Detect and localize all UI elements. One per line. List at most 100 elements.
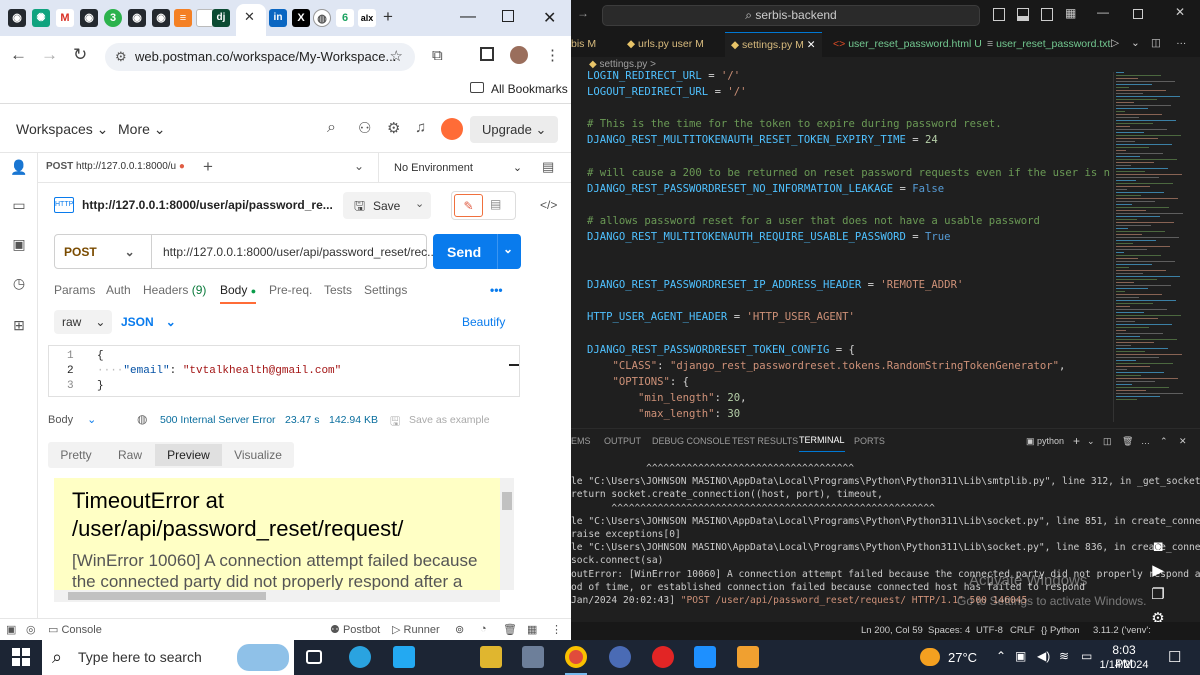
- tab-settings[interactable]: Settings: [364, 283, 407, 297]
- environment-select[interactable]: No Environment ⌄: [394, 161, 522, 174]
- more-footer-icon[interactable]: ⋮: [551, 623, 562, 636]
- tab-output[interactable]: OUTPUT: [604, 429, 641, 453]
- user-icon[interactable]: 👤: [10, 159, 28, 177]
- stackoverflow-favicon[interactable]: ≡: [174, 9, 192, 27]
- extensions-icon[interactable]: ⧉: [432, 47, 443, 64]
- request-body-editor[interactable]: 1 2 3 { ····"email": "tvtalkhealth@gmail…: [48, 345, 520, 397]
- response-time[interactable]: 23.47 s: [285, 414, 319, 426]
- tab-file[interactable]: bis M: [571, 32, 602, 57]
- body-mode-select[interactable]: raw ⌄: [54, 310, 112, 334]
- tab-headers[interactable]: Headers (9): [143, 283, 206, 297]
- close-tab-icon[interactable]: ✕: [244, 9, 255, 25]
- file-explorer-icon[interactable]: [522, 646, 544, 668]
- run-icon[interactable]: ▷: [1111, 37, 1119, 49]
- apps-icon[interactable]: ⊞: [10, 317, 28, 335]
- customize-layout-icon[interactable]: ▦: [1065, 6, 1076, 20]
- tab-raw[interactable]: Raw: [104, 444, 156, 466]
- workspaces-menu[interactable]: Workspaces ⌄: [16, 121, 108, 138]
- search-icon[interactable]: ⌕: [327, 119, 336, 137]
- tab-preview[interactable]: Preview: [155, 444, 222, 466]
- status-code[interactable]: 500 Internal Server Error: [160, 414, 276, 426]
- method-select[interactable]: POST ⌄: [64, 245, 135, 259]
- linkedin-favicon[interactable]: in: [269, 9, 287, 27]
- telegram-icon[interactable]: [349, 646, 371, 668]
- close-tab-icon[interactable]: ✕: [807, 39, 816, 51]
- toggle-secondary-sidebar-icon[interactable]: [1041, 8, 1053, 21]
- weather-icon[interactable]: [920, 648, 940, 666]
- tab-pretty[interactable]: Pretty: [50, 444, 102, 466]
- command-center-search[interactable]: ⌕ serbis-backend: [602, 5, 980, 26]
- console-button[interactable]: ▭ Console: [48, 623, 102, 636]
- chevron-up-icon[interactable]: ⌃: [996, 649, 1006, 663]
- tab-visualize[interactable]: Visualize: [224, 444, 292, 466]
- body-lang-select[interactable]: JSON ⌄: [121, 315, 176, 329]
- wifi-icon[interactable]: ≋: [1059, 649, 1069, 663]
- forward-icon[interactable]: →: [41, 45, 58, 65]
- record-icon[interactable]: [652, 646, 674, 668]
- windows-start-icon[interactable]: [12, 648, 30, 666]
- tab-ports[interactable]: PORTS: [854, 429, 885, 453]
- runner-button[interactable]: ▷ Runner: [392, 623, 440, 636]
- more-options-icon[interactable]: •••: [490, 283, 503, 297]
- pencil-icon[interactable]: ✎: [454, 194, 483, 217]
- code-editor[interactable]: LOGIN_REDIRECT_URL = '/' LOGOUT_REDIRECT_…: [587, 68, 1117, 428]
- help-icon[interactable]: ▦: [527, 623, 537, 636]
- video-icon[interactable]: ▶: [1146, 559, 1170, 583]
- trash-icon[interactable]: 🗑: [1122, 429, 1133, 453]
- tab-urls[interactable]: ◆ urls.py user M: [621, 32, 710, 57]
- tab-auth[interactable]: Auth: [106, 283, 131, 297]
- globe-favicon[interactable]: ◍: [313, 9, 331, 27]
- chrome-menu-icon[interactable]: ⋮: [545, 46, 560, 64]
- maximize-icon[interactable]: [1133, 9, 1143, 19]
- battery-icon[interactable]: ▭: [1081, 649, 1092, 663]
- tab-debug-console[interactable]: DEBUG CONSOLE: [652, 429, 731, 453]
- ux-app-icon[interactable]: [609, 646, 631, 668]
- tab-tests[interactable]: Tests: [324, 283, 352, 297]
- more-actions-icon[interactable]: …: [1141, 429, 1150, 453]
- tab-body[interactable]: Body ●: [220, 283, 257, 304]
- edit-comments-toggle[interactable]: ✎ ▤: [451, 191, 516, 220]
- cursor-position[interactable]: Ln 200, Col 59: [861, 622, 923, 640]
- gmail-favicon[interactable]: M: [56, 9, 74, 27]
- openai-favicon[interactable]: ✺: [32, 9, 50, 27]
- interpreter[interactable]: 3.11.2 ('venv':: [1093, 622, 1151, 640]
- github-favicon[interactable]: ◉: [152, 9, 170, 27]
- close-window-icon[interactable]: ✕: [543, 8, 556, 28]
- toggle-panel-icon[interactable]: [1017, 8, 1029, 21]
- scroll-thumb[interactable]: [68, 592, 266, 600]
- capture-icon[interactable]: ⊚: [455, 623, 464, 636]
- code-icon[interactable]: </>: [540, 198, 557, 212]
- git-app-icon[interactable]: [480, 646, 502, 668]
- line-ending[interactable]: CRLF: [1010, 622, 1035, 640]
- three-favicon[interactable]: 3: [104, 9, 122, 27]
- environment-quicklook-icon[interactable]: ▤: [542, 159, 554, 175]
- tab-prereq[interactable]: Pre-req.: [269, 283, 312, 297]
- response-size[interactable]: 142.94 KB: [329, 414, 378, 426]
- history-icon[interactable]: ◷: [10, 275, 28, 293]
- preview-hscrollbar[interactable]: [54, 590, 500, 602]
- clock-date[interactable]: 1/14/2024: [1097, 659, 1151, 671]
- vscode-icon[interactable]: [393, 646, 415, 668]
- task-view-icon[interactable]: [306, 650, 322, 664]
- url-field[interactable]: ⚙ web.postman.co/workspace/My-Workspace..…: [105, 43, 415, 71]
- chevron-up-icon[interactable]: ⌃: [1160, 429, 1168, 453]
- github-favicon[interactable]: ◉: [128, 9, 146, 27]
- invite-icon[interactable]: ⚇: [358, 119, 371, 137]
- new-terminal-icon[interactable]: +: [1073, 429, 1080, 453]
- more-menu[interactable]: More ⌄: [118, 121, 166, 138]
- calendar-icon[interactable]: [694, 646, 716, 668]
- request-tab[interactable]: POST http://127.0.0.1:8000/u ●: [46, 161, 185, 172]
- response-body-select[interactable]: Body ⌄: [48, 413, 96, 426]
- tab-reset-txt[interactable]: ≡ user_reset_password.txt: [981, 32, 1116, 57]
- tabs-dropdown-icon[interactable]: ⌄: [354, 159, 364, 173]
- minimize-icon[interactable]: —: [460, 8, 476, 26]
- minimap[interactable]: [1116, 72, 1196, 402]
- send-button[interactable]: Send ⌄: [433, 234, 521, 269]
- sidepanel-icon[interactable]: [480, 47, 494, 61]
- request-title[interactable]: http://127.0.0.1:8000/user/api/password_…: [82, 198, 333, 212]
- copy-icon[interactable]: ❐: [1146, 583, 1170, 607]
- leaf-favicon[interactable]: 6: [336, 9, 354, 27]
- tab-test-results[interactable]: TEST RESULTS: [732, 429, 798, 453]
- postman-avatar[interactable]: [441, 118, 463, 140]
- camera-icon[interactable]: ◙: [1146, 535, 1170, 559]
